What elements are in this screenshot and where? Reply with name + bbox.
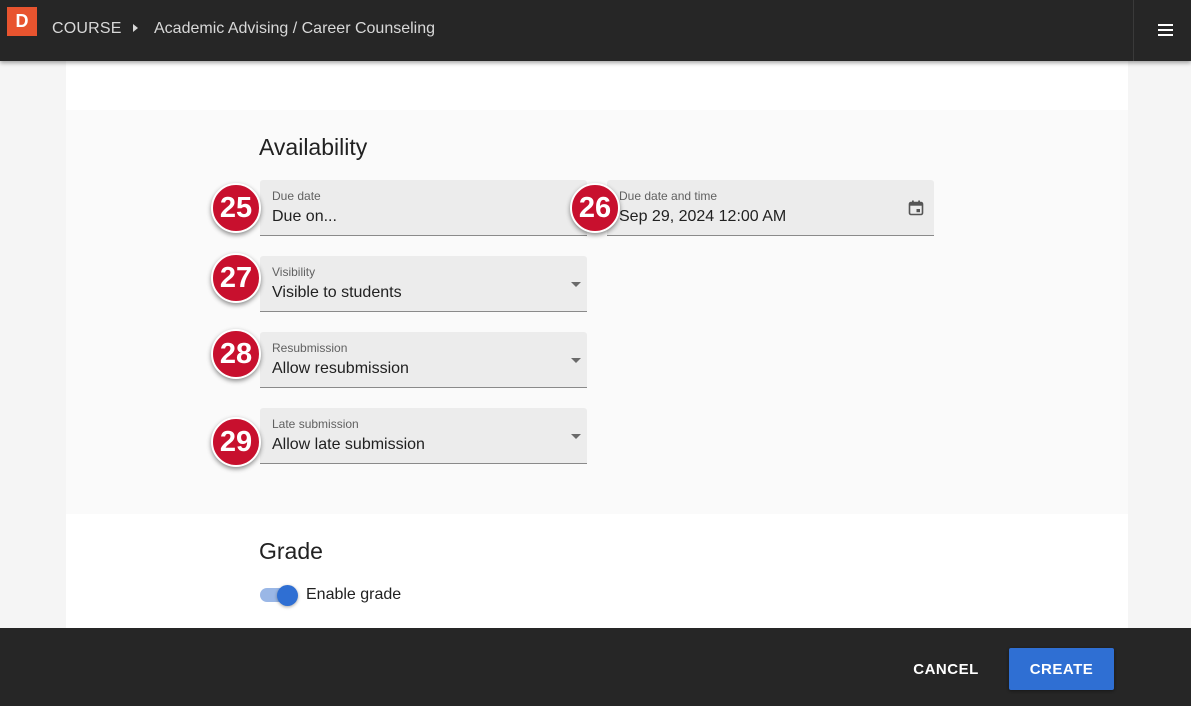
due-date-time-field[interactable]: Due date and time Sep 29, 2024 12:00 AM: [607, 180, 934, 236]
grade-title: Grade: [259, 538, 323, 564]
visibility-label: Visibility: [272, 265, 316, 279]
cancel-button[interactable]: CANCEL: [900, 649, 992, 690]
callout-badge-26: 26: [570, 183, 620, 233]
due-date-time-label: Due date and time: [619, 189, 718, 203]
create-button[interactable]: CREATE: [1009, 648, 1114, 690]
form-section-top: [66, 61, 1128, 110]
visibility-select[interactable]: Visibility Visible to students: [260, 256, 587, 312]
resubmission-value: Allow resubmission: [272, 360, 409, 377]
dropdown-arrow-icon: [571, 282, 581, 287]
dropdown-arrow-icon: [571, 434, 581, 439]
due-date-field[interactable]: Due date Due on...: [260, 180, 587, 236]
grade-section: [66, 514, 1128, 628]
resubmission-label: Resubmission: [272, 341, 348, 355]
resubmission-select[interactable]: Resubmission Allow resubmission: [260, 332, 587, 388]
callout-badge-28: 28: [211, 329, 261, 379]
hamburger-menu-icon: [1158, 24, 1174, 36]
enable-grade-label: Enable grade: [306, 586, 402, 603]
due-date-value: Due on...: [272, 208, 337, 225]
due-date-label: Due date: [272, 189, 321, 203]
action-footer: CANCEL CREATE: [0, 628, 1191, 706]
enable-grade-toggle-knob[interactable]: [277, 585, 298, 606]
top-app-bar: D COURSE Academic Advising / Career Coun…: [0, 0, 1191, 61]
availability-title: Availability: [259, 134, 368, 160]
dropdown-arrow-icon: [571, 358, 581, 363]
late-submission-select[interactable]: Late submission Allow late submission: [260, 408, 587, 464]
breadcrumb-chevron-right-icon: [133, 24, 138, 32]
breadcrumb-course[interactable]: COURSE: [52, 20, 122, 38]
calendar-icon[interactable]: [908, 200, 924, 216]
due-date-time-value: Sep 29, 2024 12:00 AM: [619, 208, 787, 225]
callout-badge-27: 27: [211, 253, 261, 303]
callout-badge-25: 25: [211, 183, 261, 233]
breadcrumb-course-title[interactable]: Academic Advising / Career Counseling: [154, 20, 435, 38]
late-submission-value: Allow late submission: [272, 436, 425, 453]
menu-button[interactable]: [1133, 0, 1191, 61]
app-logo[interactable]: D: [7, 7, 37, 36]
visibility-value: Visible to students: [272, 284, 402, 301]
late-submission-label: Late submission: [272, 417, 359, 431]
callout-badge-29: 29: [211, 417, 261, 467]
